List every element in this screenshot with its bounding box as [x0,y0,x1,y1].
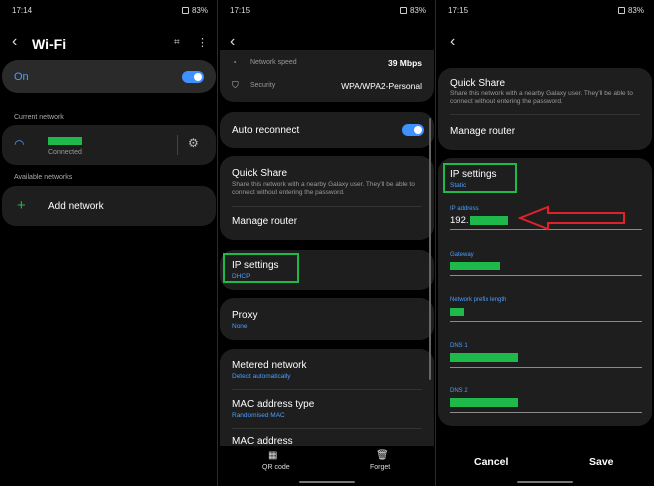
forget-label[interactable]: Forget [370,464,390,471]
ip-address-prefix: 192. [450,215,469,226]
available-networks-header: Available networks [14,174,73,181]
network-speed-label: Network speed [250,59,297,66]
green-highlight-box [223,253,299,283]
trash-icon[interactable]: 🗑 [376,450,389,461]
field-underline [450,367,642,368]
save-button[interactable]: Save [589,456,614,468]
manage-router-label[interactable]: Manage router [232,216,297,227]
field-underline [450,275,642,276]
status-bar: 17:14 83% [12,3,208,17]
add-network-row[interactable]: + Add network [2,186,216,226]
gear-icon[interactable]: ⚙ [188,136,199,150]
page-title: Wi-Fi [32,36,67,52]
network-info-card: ◔ Network speed 39 Mbps ⛉ Security WPA/W… [220,50,434,102]
redacted-dns1 [450,353,518,362]
status-time: 17:15 [448,5,469,15]
status-time: 17:14 [12,5,33,15]
separator [450,114,640,115]
qr-scan-icon[interactable]: ⌗ [174,37,180,48]
screen-network-details: 17:15 83% ‹ ◔ Network speed 39 Mbps ⛉ Se… [218,0,436,486]
wifi-on-label: On [14,71,29,83]
screen-ip-settings-static: 17:15 83% ‹ Quick Share Share this netwo… [436,0,654,486]
ip-address-label: IP address [450,206,479,212]
current-network-card[interactable]: ◠ Connected ⚙ [2,125,216,165]
security-value: WPA/WPA2-Personal [341,81,422,91]
gateway-label: Gateway [450,252,474,258]
cancel-button[interactable]: Cancel [474,456,508,468]
redacted-gateway [450,262,500,270]
qr-code-icon[interactable]: ▦ [268,450,277,461]
signal-icon [181,6,189,14]
quick-share-description: Share this network with a nearby Galaxy … [450,90,633,105]
wifi-toggle[interactable] [182,71,204,83]
battery-percent: 83% [191,5,208,15]
scrollbar[interactable] [429,118,431,380]
auto-reconnect-label: Auto reconnect [232,125,300,136]
screen-wifi-list: 17:14 83% ‹ Wi-Fi ⌗ ⋮ On Current network… [0,0,218,486]
redacted-network-name [48,137,82,145]
wifi-master-toggle-row[interactable]: On [2,60,216,93]
redacted-ip-address [470,216,508,225]
separator [232,389,422,390]
mac-address-type-label[interactable]: MAC address type [232,399,314,410]
quick-share-description: Share this network with a nearby Galaxy … [232,181,415,196]
signal-icon [399,6,407,14]
bottom-action-bar: ▦ QR code 🗑 Forget [218,446,436,486]
red-arrow-annotation-icon [518,205,625,231]
current-network-header: Current network [14,114,64,121]
back-arrow-icon[interactable]: ‹ [230,34,235,50]
shield-icon: ⛉ [232,80,239,90]
dns1-label: DNS 1 [450,343,468,349]
privacy-card: Metered network Detect automatically MAC… [220,349,434,449]
navigation-handle[interactable] [517,481,573,483]
proxy-value: None [232,323,248,330]
metered-network-label[interactable]: Metered network [232,360,306,371]
dns2-label: DNS 2 [450,388,468,394]
status-bar: 17:15 83% [230,3,426,17]
security-label: Security [250,82,276,89]
field-underline [450,412,642,413]
wifi-signal-icon: ◠ [14,137,25,151]
status-bar: 17:15 83% [448,3,644,17]
metered-network-value: Detect automatically [232,373,291,380]
back-arrow-icon[interactable]: ‹ [450,34,455,50]
qr-code-label[interactable]: QR code [262,464,290,471]
network-speed-value: 39 Mbps [387,58,422,68]
manage-router-label[interactable]: Manage router [450,126,515,137]
signal-icon [617,6,625,14]
back-arrow-icon[interactable]: ‹ [12,34,17,50]
ip-settings-row[interactable]: IP settings DHCP [220,250,434,290]
plus-icon: + [17,197,26,214]
prefix-length-label: Network prefix length [450,297,507,303]
navigation-handle[interactable] [299,481,355,483]
share-router-card: Quick Share Share this network with a ne… [438,68,652,150]
battery-percent: 83% [627,5,644,15]
proxy-row[interactable]: Proxy None [220,298,434,340]
add-network-label: Add network [48,201,104,212]
separator [232,206,422,207]
divider [177,135,178,155]
more-options-icon[interactable]: ⋮ [197,36,208,49]
separator [232,428,422,429]
bottom-action-bar: Cancel Save [436,440,654,486]
proxy-label: Proxy [232,310,258,321]
share-router-card: Quick Share Share this network with a ne… [220,156,434,240]
mac-address-type-value: Randomised MAC [232,412,285,419]
connected-status: Connected [48,149,82,156]
quick-share-title[interactable]: Quick Share [232,168,287,179]
battery-percent: 83% [409,5,426,15]
ip-settings-card: IP settings Static IP address 192. Gatew… [438,158,652,426]
field-underline [450,321,642,322]
quick-share-title[interactable]: Quick Share [450,78,505,89]
status-time: 17:15 [230,5,251,15]
redacted-dns2 [450,398,518,407]
auto-reconnect-row[interactable]: Auto reconnect [220,112,434,148]
speed-icon: ◔ [232,58,237,67]
auto-reconnect-toggle[interactable] [402,124,424,136]
redacted-prefix-length [450,308,464,316]
green-highlight-box [443,163,517,193]
